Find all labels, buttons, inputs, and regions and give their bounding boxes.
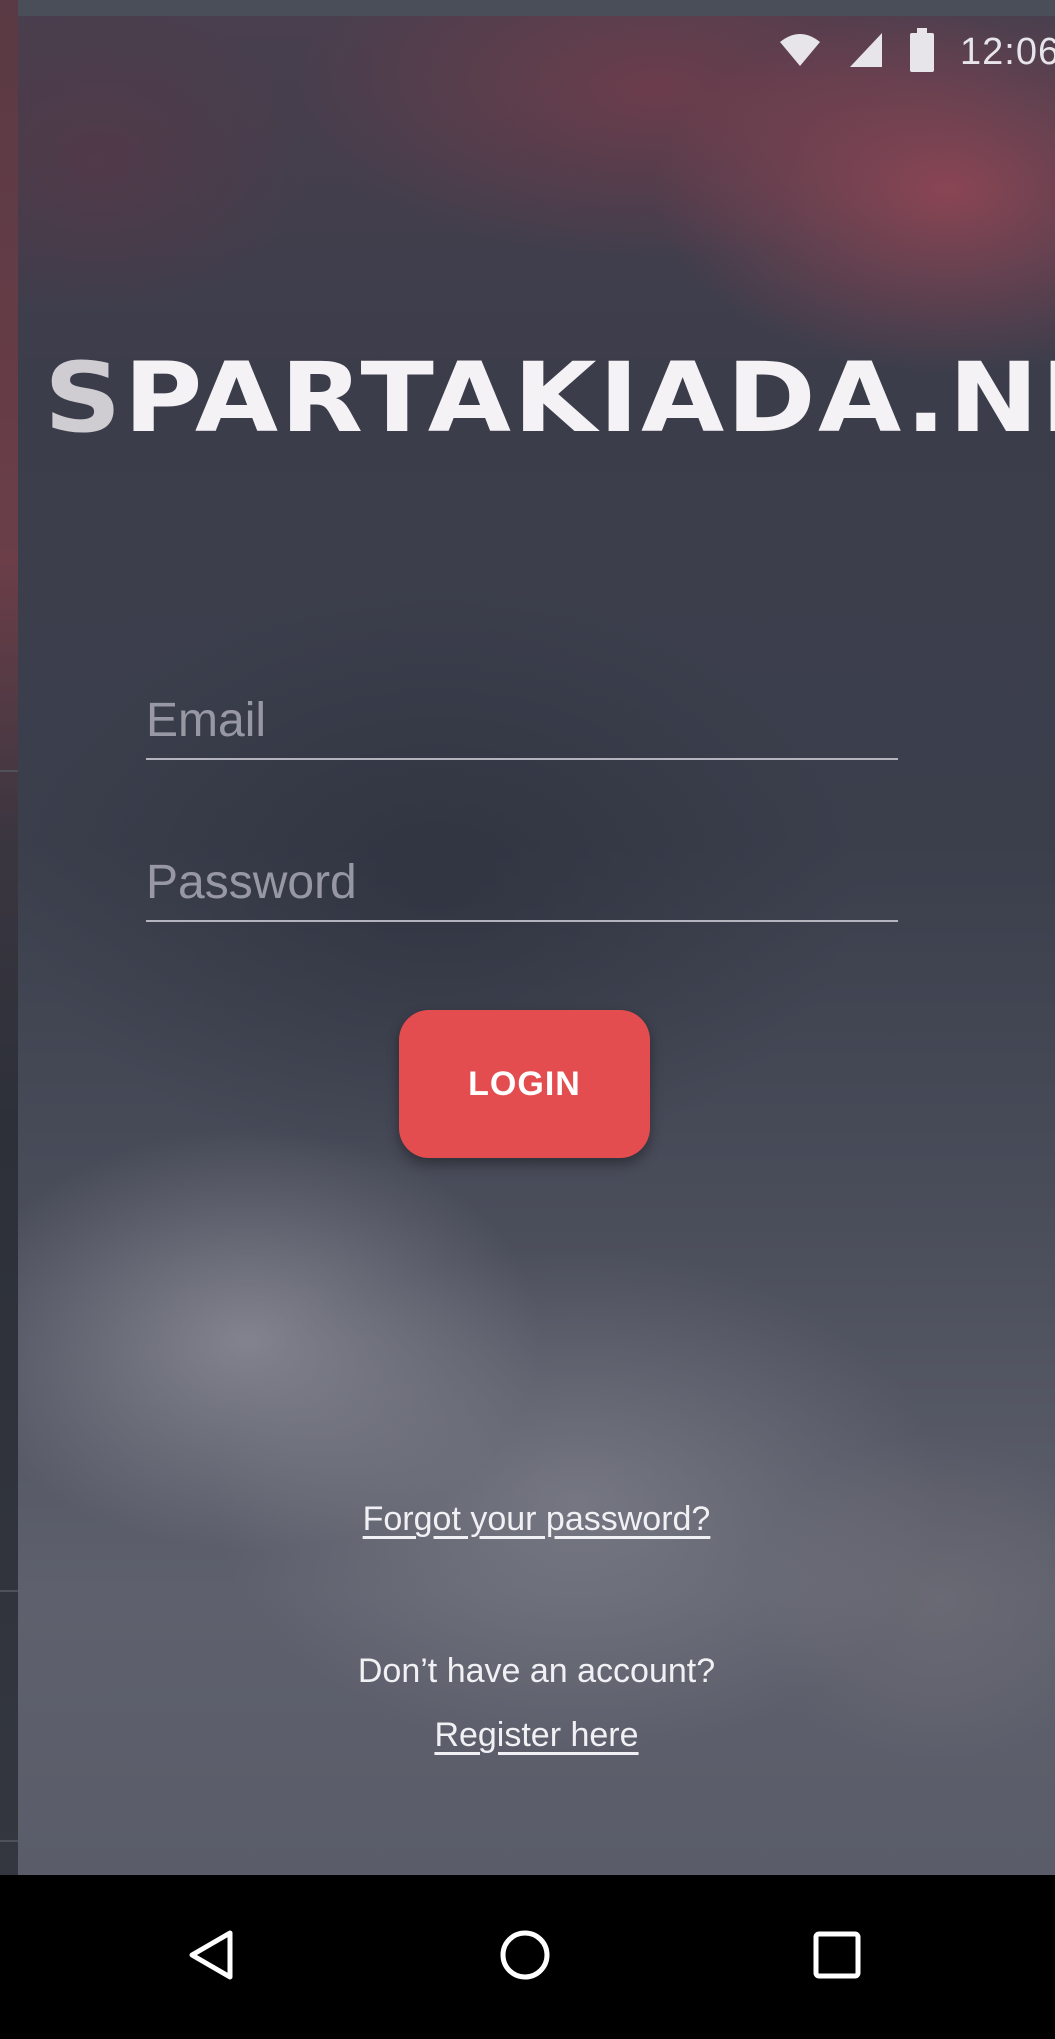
logo-initial: S	[44, 342, 124, 454]
login-button[interactable]: LOGIN	[399, 1010, 650, 1158]
background-window-edge	[0, 0, 18, 1875]
forgot-password-row: Forgot your password?	[18, 1500, 1055, 1539]
divider	[0, 1590, 18, 1592]
recents-button[interactable]	[795, 1915, 879, 1999]
back-icon	[184, 1927, 240, 1988]
status-bar: 12:06	[778, 22, 1055, 82]
status-time: 12:06	[960, 30, 1055, 73]
home-button[interactable]	[483, 1915, 567, 1999]
back-button[interactable]	[170, 1915, 254, 1999]
screen: 12:06 SPARTAKIADA.NET LOGIN Forgot your …	[0, 0, 1055, 2039]
password-input[interactable]	[146, 855, 898, 910]
signal-icon	[848, 31, 884, 74]
navigation-bar	[0, 1875, 1055, 2039]
register-link[interactable]: Register here	[434, 1716, 638, 1754]
logo-rest: PARTAKIADA.NET	[123, 342, 1055, 454]
email-input[interactable]	[146, 693, 898, 748]
register-row: Register here	[18, 1716, 1055, 1755]
password-field[interactable]	[146, 830, 898, 922]
divider	[0, 770, 18, 772]
divider	[0, 1840, 18, 1842]
recents-icon	[809, 1927, 865, 1988]
no-account-text: Don’t have an account?	[357, 1652, 716, 1690]
app-logo: SPARTAKIADA.NET	[44, 350, 1055, 446]
home-icon	[497, 1927, 553, 1988]
login-screen: 12:06 SPARTAKIADA.NET LOGIN Forgot your …	[18, 0, 1055, 1875]
email-field[interactable]	[146, 668, 898, 760]
wifi-icon	[778, 32, 822, 73]
battery-icon	[910, 27, 934, 77]
forgot-password-link[interactable]: Forgot your password?	[363, 1500, 711, 1538]
window-top-edge	[18, 0, 1055, 16]
